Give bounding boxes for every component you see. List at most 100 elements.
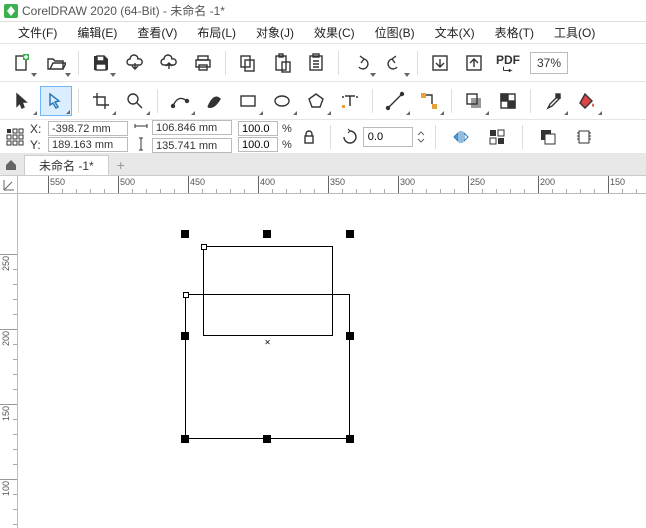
canvas-area: 550500450400350300250200150 250200150100… <box>0 176 646 528</box>
selection-center-icon: × <box>265 337 271 348</box>
app-icon <box>4 4 18 18</box>
rotation-group: 0.0 <box>341 127 425 147</box>
redo-button[interactable] <box>379 48 411 78</box>
connector-tool[interactable] <box>413 86 445 116</box>
scale-group: 100.0% 100.0% <box>238 121 292 152</box>
export-button[interactable] <box>458 48 490 78</box>
height-input[interactable]: 135.741 mm <box>152 138 232 153</box>
mirror-vertical-button[interactable] <box>482 123 512 151</box>
menu-layout[interactable]: 布局(L) <box>187 22 246 43</box>
x-label: X: <box>30 122 44 136</box>
selection-handle[interactable] <box>263 435 271 443</box>
wrap-button[interactable] <box>569 123 599 151</box>
x-input[interactable]: -398.72 mm <box>48 121 128 136</box>
copy-button[interactable] <box>232 48 264 78</box>
separator <box>157 89 158 113</box>
selection-box: × <box>185 234 350 439</box>
document-tab[interactable]: 未命名 -1* <box>24 155 109 175</box>
size-group: 106.846 mm 135.741 mm <box>134 119 232 154</box>
artistic-media-tool[interactable] <box>198 86 230 116</box>
freehand-tool[interactable] <box>164 86 196 116</box>
toolbox <box>0 82 646 120</box>
menu-table[interactable]: 表格(T) <box>485 22 544 43</box>
percent-label: % <box>282 139 292 151</box>
y-label: Y: <box>30 138 44 152</box>
position-group: X: -398.72 mm Y: 189.163 mm <box>30 121 128 152</box>
selection-handle[interactable] <box>181 332 189 340</box>
publish-pdf-button[interactable]: PDF <box>492 48 524 78</box>
dimension-tool[interactable] <box>379 86 411 116</box>
shape-tool[interactable] <box>40 86 72 116</box>
cloud-open-button[interactable] <box>119 48 151 78</box>
scale-y-input[interactable]: 100.0 <box>238 137 278 152</box>
menu-text[interactable]: 文本(X) <box>425 22 485 43</box>
save-button[interactable] <box>85 48 117 78</box>
width-icon <box>134 119 148 136</box>
selection-handle[interactable] <box>181 435 189 443</box>
selection-handle[interactable] <box>346 332 354 340</box>
selection-handle[interactable] <box>346 230 354 238</box>
separator <box>372 89 373 113</box>
eyedropper-tool[interactable] <box>537 86 569 116</box>
horizontal-ruler[interactable]: 550500450400350300250200150 <box>18 176 646 194</box>
height-icon <box>134 137 148 154</box>
mirror-horizontal-button[interactable] <box>446 123 476 151</box>
selection-handle[interactable] <box>263 230 271 238</box>
percent-label: % <box>282 123 292 135</box>
menu-tools[interactable]: 工具(O) <box>544 22 605 43</box>
rotation-stepper[interactable] <box>417 129 425 145</box>
separator <box>451 89 452 113</box>
import-button[interactable] <box>424 48 456 78</box>
transparency-tool[interactable] <box>492 86 524 116</box>
selection-node[interactable] <box>201 244 207 250</box>
separator <box>225 51 226 75</box>
separator <box>78 51 79 75</box>
separator <box>417 51 418 75</box>
scale-x-input[interactable]: 100.0 <box>238 121 278 136</box>
menu-effect[interactable]: 效果(C) <box>304 22 365 43</box>
title-bar: CorelDRAW 2020 (64-Bit) - 未命名 -1* <box>0 0 646 22</box>
polygon-tool[interactable] <box>300 86 332 116</box>
crop-tool[interactable] <box>85 86 117 116</box>
menu-object[interactable]: 对象(J) <box>246 22 304 43</box>
lock-ratio-button[interactable] <box>298 123 320 151</box>
selection-handle[interactable] <box>346 435 354 443</box>
menu-bitmap[interactable]: 位图(B) <box>365 22 425 43</box>
rectangle-tool[interactable] <box>232 86 264 116</box>
document-tabs: 未命名 -1* + <box>0 154 646 176</box>
y-input[interactable]: 189.163 mm <box>48 137 128 152</box>
cloud-save-button[interactable] <box>153 48 185 78</box>
print-button[interactable] <box>187 48 219 78</box>
pdf-label: PDF <box>496 54 520 66</box>
separator <box>435 125 436 149</box>
ellipse-tool[interactable] <box>266 86 298 116</box>
property-bar: X: -398.72 mm Y: 189.163 mm 106.846 mm 135… <box>0 120 646 154</box>
undo-button[interactable] <box>345 48 377 78</box>
new-button[interactable] <box>6 48 38 78</box>
width-input[interactable]: 106.846 mm <box>152 120 232 135</box>
selection-node[interactable] <box>183 292 189 298</box>
standard-toolbar: PDF 37% <box>0 44 646 82</box>
clipboard-button[interactable] <box>300 48 332 78</box>
vertical-ruler[interactable]: 250200150100 <box>0 194 18 528</box>
menu-view[interactable]: 查看(V) <box>127 22 187 43</box>
position-icon <box>6 128 24 146</box>
pick-tool[interactable] <box>6 86 38 116</box>
menu-file[interactable]: 文件(F) <box>8 22 67 43</box>
zoom-tool[interactable] <box>119 86 151 116</box>
add-tab-button[interactable]: + <box>111 155 131 175</box>
paste-button[interactable] <box>266 48 298 78</box>
zoom-level-input[interactable]: 37% <box>530 52 568 74</box>
open-button[interactable] <box>40 48 72 78</box>
home-button[interactable] <box>0 155 22 175</box>
fill-tool[interactable] <box>571 86 603 116</box>
selection-handle[interactable] <box>181 230 189 238</box>
menu-bar: 文件(F) 编辑(E) 查看(V) 布局(L) 对象(J) 效果(C) 位图(B… <box>0 22 646 44</box>
text-tool[interactable] <box>334 86 366 116</box>
menu-edit[interactable]: 编辑(E) <box>67 22 127 43</box>
ruler-origin[interactable] <box>0 176 18 194</box>
drawing-viewport[interactable]: × <box>18 194 646 528</box>
rotation-input[interactable]: 0.0 <box>363 127 413 147</box>
drop-shadow-tool[interactable] <box>458 86 490 116</box>
order-button[interactable] <box>533 123 563 151</box>
